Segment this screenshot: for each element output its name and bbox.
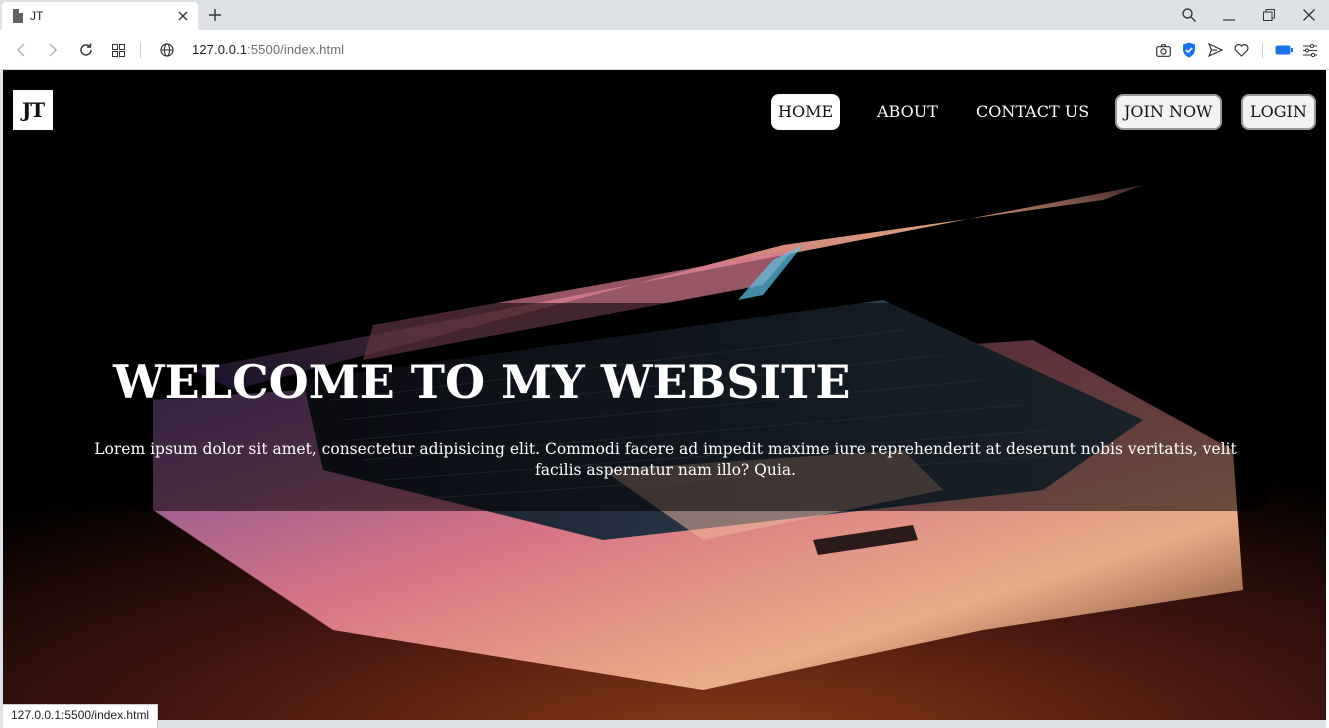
nav-about[interactable]: ABOUT: [870, 94, 945, 130]
search-icon[interactable]: [1169, 0, 1209, 30]
plus-icon[interactable]: [204, 4, 226, 26]
nav-home[interactable]: HOME: [771, 94, 841, 130]
camera-icon[interactable]: [1154, 38, 1172, 62]
status-bar: 127.0.0.1:5500/index.html: [3, 704, 159, 728]
minimize-icon[interactable]: [1209, 0, 1249, 30]
nav-contact-us[interactable]: CONTACT US: [969, 94, 1096, 130]
url-path: :5500/index.html: [247, 42, 345, 57]
browser-tab[interactable]: JT: [2, 2, 198, 30]
globe-icon[interactable]: [155, 38, 179, 62]
forward-icon[interactable]: [41, 38, 65, 62]
page-icon: [12, 9, 24, 23]
nav-join-now-button[interactable]: JOIN NOW: [1115, 94, 1222, 130]
close-icon[interactable]: [172, 5, 194, 27]
shield-icon[interactable]: [1180, 38, 1198, 62]
url-field[interactable]: 127.0.0.1:5500/index.html: [192, 42, 344, 57]
tab-title: JT: [30, 9, 44, 23]
tab-bar: JT: [0, 0, 1329, 30]
window-close-icon[interactable]: [1289, 0, 1329, 30]
url-host: 127.0.0.1: [192, 42, 248, 57]
logo-text: JT: [21, 98, 45, 122]
site-logo[interactable]: JT: [13, 90, 53, 130]
send-icon[interactable]: [1206, 38, 1224, 62]
heart-icon[interactable]: [1232, 38, 1250, 62]
reload-icon[interactable]: [74, 38, 98, 62]
settings-icon[interactable]: [1301, 38, 1319, 62]
address-bar: 127.0.0.1:5500/index.html: [0, 30, 1329, 70]
restore-icon[interactable]: [1249, 0, 1289, 30]
grid-icon[interactable]: [106, 38, 130, 62]
battery-icon[interactable]: [1275, 38, 1293, 62]
hero-text: Lorem ipsum dolor sit amet, consectetur …: [94, 440, 1237, 479]
page-viewport: JT HOME ABOUT CONTACT US JOIN NOW LOGIN …: [3, 70, 1326, 720]
nav-login-button[interactable]: LOGIN: [1241, 94, 1316, 130]
hero-heading: WELCOME TO MY WEBSITE: [113, 355, 851, 409]
back-icon[interactable]: [9, 38, 33, 62]
